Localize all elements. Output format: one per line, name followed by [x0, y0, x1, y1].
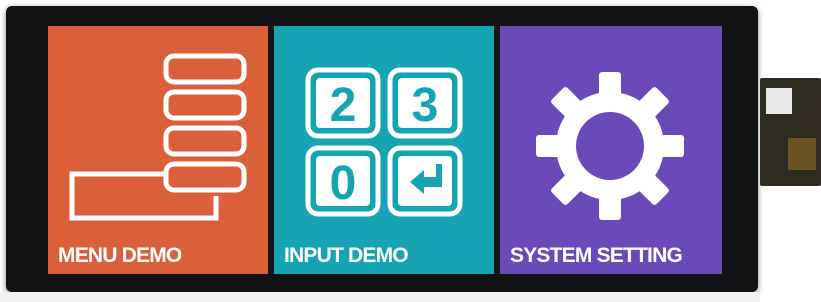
key-2[interactable]: 2 — [330, 79, 357, 132]
key-0[interactable]: 0 — [330, 157, 357, 210]
input-demo-label: INPUT DEMO — [284, 244, 409, 267]
menu-demo-tile[interactable]: MENU DEMO — [48, 26, 268, 274]
input-demo-tile[interactable]: 2 3 0 INPUT DEMO — [274, 26, 494, 274]
key-3[interactable]: 3 — [412, 79, 439, 132]
keypad-icon: 2 3 0 — [305, 67, 463, 217]
system-setting-label: SYSTEM SETTING — [510, 244, 683, 267]
menu-list-icon — [69, 53, 247, 221]
connector-chip — [788, 138, 816, 170]
lcd-screen: MENU DEMO 2 3 0 INPUT DEMO SYSTEM SETTIN… — [48, 26, 722, 274]
flex-connector — [760, 78, 821, 186]
system-setting-tile[interactable]: SYSTEM SETTING — [500, 26, 722, 274]
background-strip — [0, 292, 760, 302]
gear-icon — [536, 72, 684, 220]
qr-label — [766, 88, 792, 114]
menu-demo-label: MENU DEMO — [58, 244, 182, 267]
